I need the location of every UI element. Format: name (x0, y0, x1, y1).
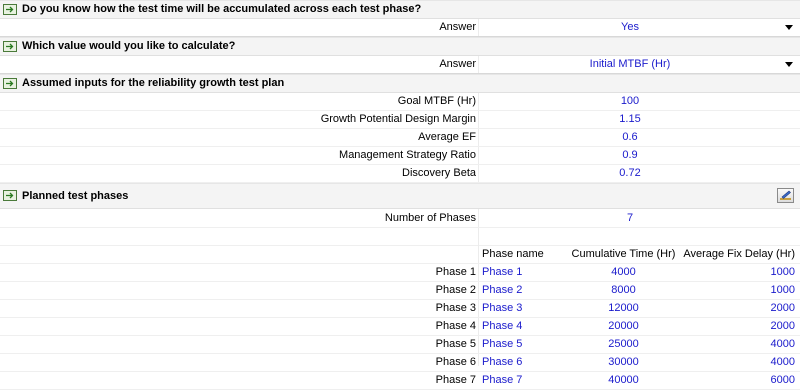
phase-row[interactable]: Phase 6 Phase 6 30000 4000 (0, 354, 800, 372)
input-row-gp-design-margin[interactable]: Growth Potential Design Margin 1.15 (0, 111, 800, 129)
input-value[interactable]: 0.9 (480, 147, 780, 164)
column-header-cumulative-time: Cumulative Time (Hr) (571, 248, 676, 260)
fix-delay-cell[interactable]: 4000 (771, 336, 795, 353)
fix-delay-cell[interactable]: 4000 (771, 354, 795, 371)
fix-delay-cell[interactable]: 6000 (771, 372, 795, 389)
number-of-phases-value[interactable]: 7 (480, 209, 780, 227)
phase-row-label: Phase 7 (435, 374, 476, 386)
property-grid: Do you know how the test time will be ac… (0, 0, 800, 390)
input-value[interactable]: 0.72 (480, 165, 780, 182)
phase-row-label: Phase 1 (435, 266, 476, 278)
phase-row-label: Phase 5 (435, 338, 476, 350)
phase-name-cell[interactable]: Phase 1 (482, 264, 522, 281)
cumulative-time-cell[interactable]: 12000 (560, 300, 687, 317)
cumulative-time-cell[interactable]: 8000 (560, 282, 687, 299)
phase-row-label: Phase 2 (435, 284, 476, 296)
fix-delay-cell[interactable]: 2000 (771, 318, 795, 335)
phase-row-label: Phase 3 (435, 302, 476, 314)
section-header-test-time[interactable]: Do you know how the test time will be ac… (0, 0, 800, 19)
input-label: Goal MTBF (Hr) (397, 95, 476, 107)
collapse-section-icon[interactable] (3, 78, 17, 89)
section-title: Planned test phases (22, 190, 129, 202)
spacer-row (0, 228, 800, 246)
fix-delay-cell[interactable]: 1000 (771, 264, 795, 281)
phase-name-cell[interactable]: Phase 2 (482, 282, 522, 299)
edit-phases-button[interactable] (777, 188, 794, 203)
phase-name-cell[interactable]: Phase 4 (482, 318, 522, 335)
phase-name-cell[interactable]: Phase 7 (482, 372, 522, 389)
answer-value[interactable]: Initial MTBF (Hr) (480, 56, 780, 73)
chevron-down-icon[interactable] (785, 25, 793, 30)
column-header-phase-name: Phase name (482, 248, 544, 260)
collapse-section-icon[interactable] (3, 4, 17, 15)
fix-delay-cell[interactable]: 2000 (771, 300, 795, 317)
answer-dropdown-calc-value[interactable]: Answer Initial MTBF (Hr) (0, 56, 800, 74)
number-of-phases-label: Number of Phases (384, 212, 476, 224)
phase-row[interactable]: Phase 5 Phase 5 25000 4000 (0, 336, 800, 354)
input-value[interactable]: 1.15 (480, 111, 780, 128)
input-label: Discovery Beta (402, 167, 476, 179)
input-row-discovery-beta[interactable]: Discovery Beta 0.72 (0, 165, 800, 183)
phase-row-label: Phase 4 (435, 320, 476, 332)
input-row-average-ef[interactable]: Average EF 0.6 (0, 129, 800, 147)
answer-label: Answer (439, 58, 476, 70)
collapse-section-icon[interactable] (3, 190, 17, 201)
input-value[interactable]: 100 (480, 93, 780, 110)
phase-row[interactable]: Phase 2 Phase 2 8000 1000 (0, 282, 800, 300)
section-title: Assumed inputs for the reliability growt… (22, 77, 285, 89)
cumulative-time-cell[interactable]: 20000 (560, 318, 687, 335)
fix-delay-cell[interactable]: 1000 (771, 282, 795, 299)
phase-row[interactable]: Phase 3 Phase 3 12000 2000 (0, 300, 800, 318)
section-title: Which value would you like to calculate? (22, 40, 236, 52)
cumulative-time-cell[interactable]: 30000 (560, 354, 687, 371)
input-label: Management Strategy Ratio (339, 149, 476, 161)
phase-name-cell[interactable]: Phase 5 (482, 336, 522, 353)
answer-label: Answer (439, 21, 476, 33)
cumulative-time-cell[interactable]: 25000 (560, 336, 687, 353)
section-title: Do you know how the test time will be ac… (22, 3, 422, 15)
section-header-phases[interactable]: Planned test phases (0, 183, 800, 209)
answer-dropdown-test-time[interactable]: Answer Yes (0, 19, 800, 37)
number-of-phases-row[interactable]: Number of Phases 7 (0, 209, 800, 228)
input-label: Average EF (418, 131, 476, 143)
phase-row[interactable]: Phase 7 Phase 7 40000 6000 (0, 372, 800, 390)
column-header-fix-delay: Average Fix Delay (Hr) (683, 248, 795, 260)
phase-row-label: Phase 6 (435, 356, 476, 368)
input-row-management-strategy[interactable]: Management Strategy Ratio 0.9 (0, 147, 800, 165)
phase-row[interactable]: Phase 4 Phase 4 20000 2000 (0, 318, 800, 336)
phase-name-cell[interactable]: Phase 6 (482, 354, 522, 371)
phase-table-header: Phase name Cumulative Time (Hr) Average … (0, 246, 800, 264)
input-value[interactable]: 0.6 (480, 129, 780, 146)
cumulative-time-cell[interactable]: 4000 (560, 264, 687, 281)
phase-row[interactable]: Phase 1 Phase 1 4000 1000 (0, 264, 800, 282)
phase-name-cell[interactable]: Phase 3 (482, 300, 522, 317)
collapse-section-icon[interactable] (3, 41, 17, 52)
section-header-calc-value[interactable]: Which value would you like to calculate? (0, 37, 800, 56)
chevron-down-icon[interactable] (785, 62, 793, 67)
pencil-ruler-icon (780, 190, 791, 200)
input-label: Growth Potential Design Margin (320, 113, 476, 125)
input-row-goal-mtbf[interactable]: Goal MTBF (Hr) 100 (0, 93, 800, 111)
section-header-inputs[interactable]: Assumed inputs for the reliability growt… (0, 74, 800, 93)
answer-value[interactable]: Yes (480, 19, 780, 36)
cumulative-time-cell[interactable]: 40000 (560, 372, 687, 389)
